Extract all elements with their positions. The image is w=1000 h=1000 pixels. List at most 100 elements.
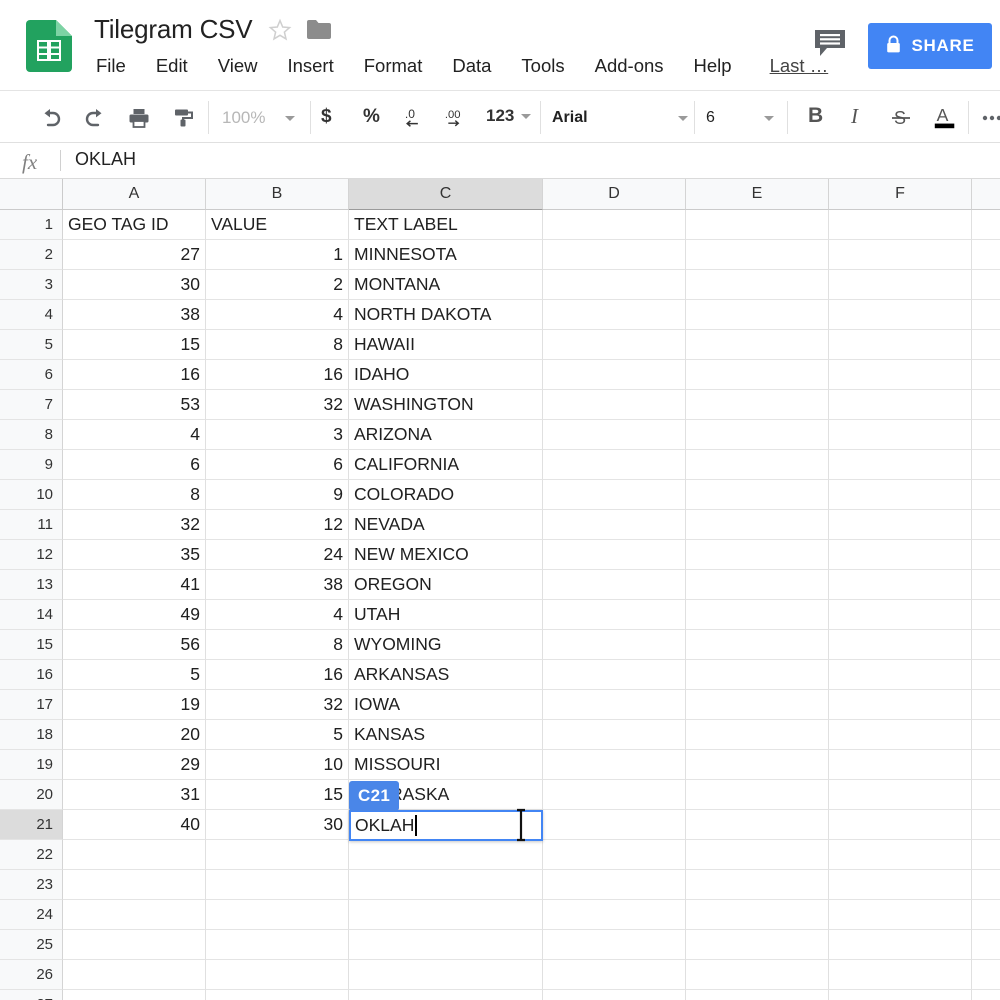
row-header-22[interactable]: 22 <box>0 840 63 870</box>
cell-f4[interactable] <box>829 300 972 330</box>
cell-d6[interactable] <box>543 360 686 390</box>
cell-g10[interactable] <box>972 480 1000 510</box>
cell-d23[interactable] <box>543 870 686 900</box>
row-header-5[interactable]: 5 <box>0 330 63 360</box>
cell-a14[interactable]: 49 <box>63 600 206 630</box>
cell-e19[interactable] <box>686 750 829 780</box>
cell-f8[interactable] <box>829 420 972 450</box>
cell-b18[interactable]: 5 <box>206 720 349 750</box>
cell-g5[interactable] <box>972 330 1000 360</box>
row-header-14[interactable]: 14 <box>0 600 63 630</box>
cell-d13[interactable] <box>543 570 686 600</box>
column-header-g[interactable]: G <box>972 179 1000 210</box>
cell-a6[interactable]: 16 <box>63 360 206 390</box>
cell-f15[interactable] <box>829 630 972 660</box>
cell-e11[interactable] <box>686 510 829 540</box>
cell-f5[interactable] <box>829 330 972 360</box>
cell-g12[interactable] <box>972 540 1000 570</box>
cell-g21[interactable] <box>972 810 1000 840</box>
row-header-27[interactable]: 27 <box>0 990 63 1000</box>
cell-d18[interactable] <box>543 720 686 750</box>
cell-d24[interactable] <box>543 900 686 930</box>
row-header-16[interactable]: 16 <box>0 660 63 690</box>
cell-a9[interactable]: 6 <box>63 450 206 480</box>
cell-g26[interactable] <box>972 960 1000 990</box>
cell-c4[interactable]: NORTH DAKOTA <box>349 300 543 330</box>
cell-g27[interactable] <box>972 990 1000 1000</box>
cell-b3[interactable]: 2 <box>206 270 349 300</box>
cell-g1[interactable] <box>972 210 1000 240</box>
menu-item-file[interactable]: File <box>96 55 126 77</box>
cell-a8[interactable]: 4 <box>63 420 206 450</box>
cell-f24[interactable] <box>829 900 972 930</box>
cell-a10[interactable]: 8 <box>63 480 206 510</box>
cell-g25[interactable] <box>972 930 1000 960</box>
row-header-11[interactable]: 11 <box>0 510 63 540</box>
menu-item-format[interactable]: Format <box>364 55 423 77</box>
cell-f14[interactable] <box>829 600 972 630</box>
cell-c13[interactable]: OREGON <box>349 570 543 600</box>
cell-g11[interactable] <box>972 510 1000 540</box>
cell-b7[interactable]: 32 <box>206 390 349 420</box>
cell-e4[interactable] <box>686 300 829 330</box>
font-family-selector[interactable]: Arial <box>552 105 688 131</box>
cell-b13[interactable]: 38 <box>206 570 349 600</box>
cell-b14[interactable]: 4 <box>206 600 349 630</box>
cell-e10[interactable] <box>686 480 829 510</box>
row-header-1[interactable]: 1 <box>0 210 63 240</box>
column-header-a[interactable]: A <box>63 179 206 210</box>
cell-e22[interactable] <box>686 840 829 870</box>
more-icon[interactable] <box>978 105 1000 131</box>
column-header-d[interactable]: D <box>543 179 686 210</box>
cell-b19[interactable]: 10 <box>206 750 349 780</box>
cell-c14[interactable]: UTAH <box>349 600 543 630</box>
menu-item-tools[interactable]: Tools <box>521 55 564 77</box>
cell-a20[interactable]: 31 <box>63 780 206 810</box>
row-header-2[interactable]: 2 <box>0 240 63 270</box>
cell-g4[interactable] <box>972 300 1000 330</box>
cell-f1[interactable] <box>829 210 972 240</box>
cell-d20[interactable] <box>543 780 686 810</box>
menu-item-edit[interactable]: Edit <box>156 55 188 77</box>
cell-f27[interactable] <box>829 990 972 1000</box>
menu-item-insert[interactable]: Insert <box>287 55 333 77</box>
share-button[interactable]: SHARE <box>868 23 992 69</box>
cell-g15[interactable] <box>972 630 1000 660</box>
cell-b1[interactable]: VALUE <box>206 210 349 240</box>
row-header-9[interactable]: 9 <box>0 450 63 480</box>
cell-b16[interactable]: 16 <box>206 660 349 690</box>
cell-d17[interactable] <box>543 690 686 720</box>
cell-c12[interactable]: NEW MEXICO <box>349 540 543 570</box>
cell-g18[interactable] <box>972 720 1000 750</box>
paint-format-icon[interactable] <box>170 105 196 131</box>
cell-a15[interactable]: 56 <box>63 630 206 660</box>
cell-d26[interactable] <box>543 960 686 990</box>
cell-b21[interactable]: 30 <box>206 810 349 840</box>
row-header-10[interactable]: 10 <box>0 480 63 510</box>
cell-d3[interactable] <box>543 270 686 300</box>
row-header-4[interactable]: 4 <box>0 300 63 330</box>
cell-g23[interactable] <box>972 870 1000 900</box>
italic-button[interactable]: I <box>851 104 858 129</box>
comment-icon[interactable] <box>814 28 848 58</box>
menu-item-addons[interactable]: Add-ons <box>595 55 664 77</box>
cell-b12[interactable]: 24 <box>206 540 349 570</box>
cell-f18[interactable] <box>829 720 972 750</box>
cell-b17[interactable]: 32 <box>206 690 349 720</box>
menu-item-help[interactable]: Help <box>694 55 732 77</box>
column-header-e[interactable]: E <box>686 179 829 210</box>
cell-e27[interactable] <box>686 990 829 1000</box>
cell-a4[interactable]: 38 <box>63 300 206 330</box>
row-header-26[interactable]: 26 <box>0 960 63 990</box>
currency-format-button[interactable]: $ <box>321 106 332 128</box>
cell-g17[interactable] <box>972 690 1000 720</box>
select-all-corner[interactable] <box>0 179 63 210</box>
cell-e18[interactable] <box>686 720 829 750</box>
cell-c22[interactable] <box>349 840 543 870</box>
percent-format-button[interactable]: % <box>363 106 380 128</box>
cell-f21[interactable] <box>829 810 972 840</box>
cell-d14[interactable] <box>543 600 686 630</box>
column-header-c[interactable]: C <box>349 179 543 210</box>
cell-e6[interactable] <box>686 360 829 390</box>
cell-e16[interactable] <box>686 660 829 690</box>
